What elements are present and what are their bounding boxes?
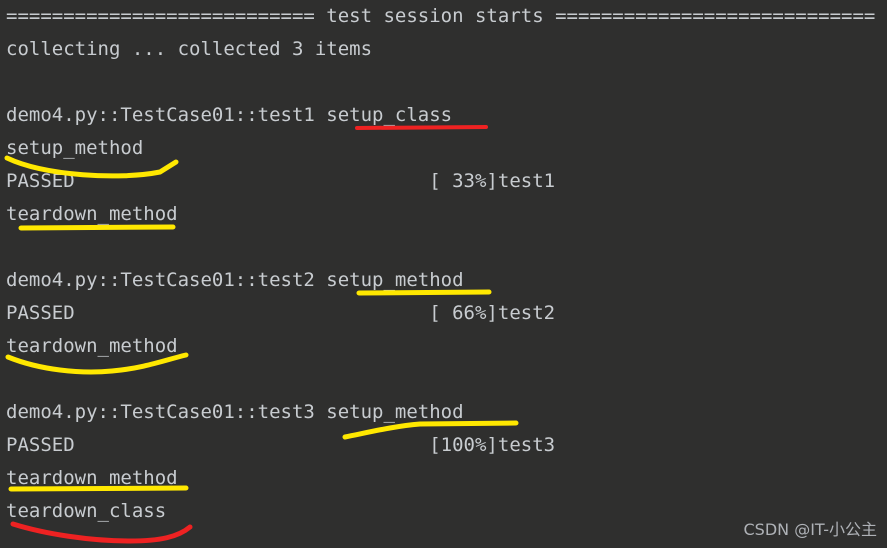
terminal-line-test1-teardown-method: teardown_method <box>6 203 178 225</box>
terminal-line-test1-nodeid: demo4.py::TestCase01::test1 setup_class <box>6 104 453 126</box>
terminal-line-test2-teardown-method: teardown_method <box>6 335 178 357</box>
terminal-line-test2-nodeid: demo4.py::TestCase01::test2 setup_method <box>6 269 464 291</box>
terminal-line-test3-passed: PASSED [100%]test3 <box>6 434 556 456</box>
terminal-line-collecting: collecting ... collected 3 items <box>6 38 373 60</box>
terminal-line-header: =========================== test session… <box>6 5 876 27</box>
terminal-line-test1-passed: PASSED [ 33%]test1 <box>6 170 556 192</box>
csdn-watermark: CSDN @IT-小公主 <box>743 520 877 539</box>
terminal-output: =========================== test session… <box>0 0 887 548</box>
terminal-line-test3-nodeid: demo4.py::TestCase01::test3 setup_method <box>6 401 464 423</box>
terminal-line-test2-passed: PASSED [ 66%]test2 <box>6 302 556 324</box>
terminal-line-test3-teardown-class: teardown_class <box>6 500 167 522</box>
terminal-line-test1-setup-method: setup_method <box>6 137 144 159</box>
terminal-line-test3-teardown-method: teardown_method <box>6 467 178 489</box>
